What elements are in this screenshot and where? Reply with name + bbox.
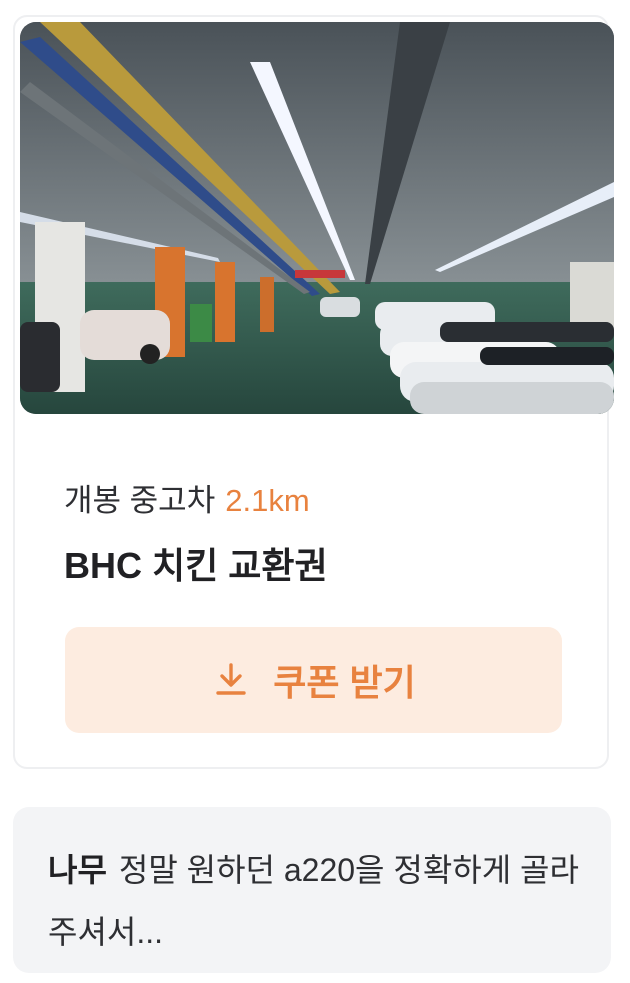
location-label: 개봉 중고차 (64, 483, 216, 518)
review-text: 정말 원하던 a220을 정확하게 골라주셔서... (48, 852, 579, 950)
get-coupon-label: 쿠폰 받기 (273, 662, 416, 703)
parking-garage-photo (20, 22, 614, 414)
get-coupon-button[interactable]: 쿠폰 받기 (65, 627, 562, 733)
download-icon (211, 660, 251, 700)
coupon-card[interactable]: 개봉 중고차 2.1km BHC 치킨 교환권 쿠폰 받기 (13, 15, 614, 769)
review-card[interactable]: 나무 정말 원하던 a220을 정확하게 골라주셔서... (13, 807, 611, 973)
distance-label: 2.1km (225, 483, 310, 518)
review-author: 나무 (48, 852, 107, 888)
coupon-title: BHC 치킨 교환권 (64, 545, 328, 586)
location-distance: 개봉 중고차 2.1km (64, 475, 310, 520)
